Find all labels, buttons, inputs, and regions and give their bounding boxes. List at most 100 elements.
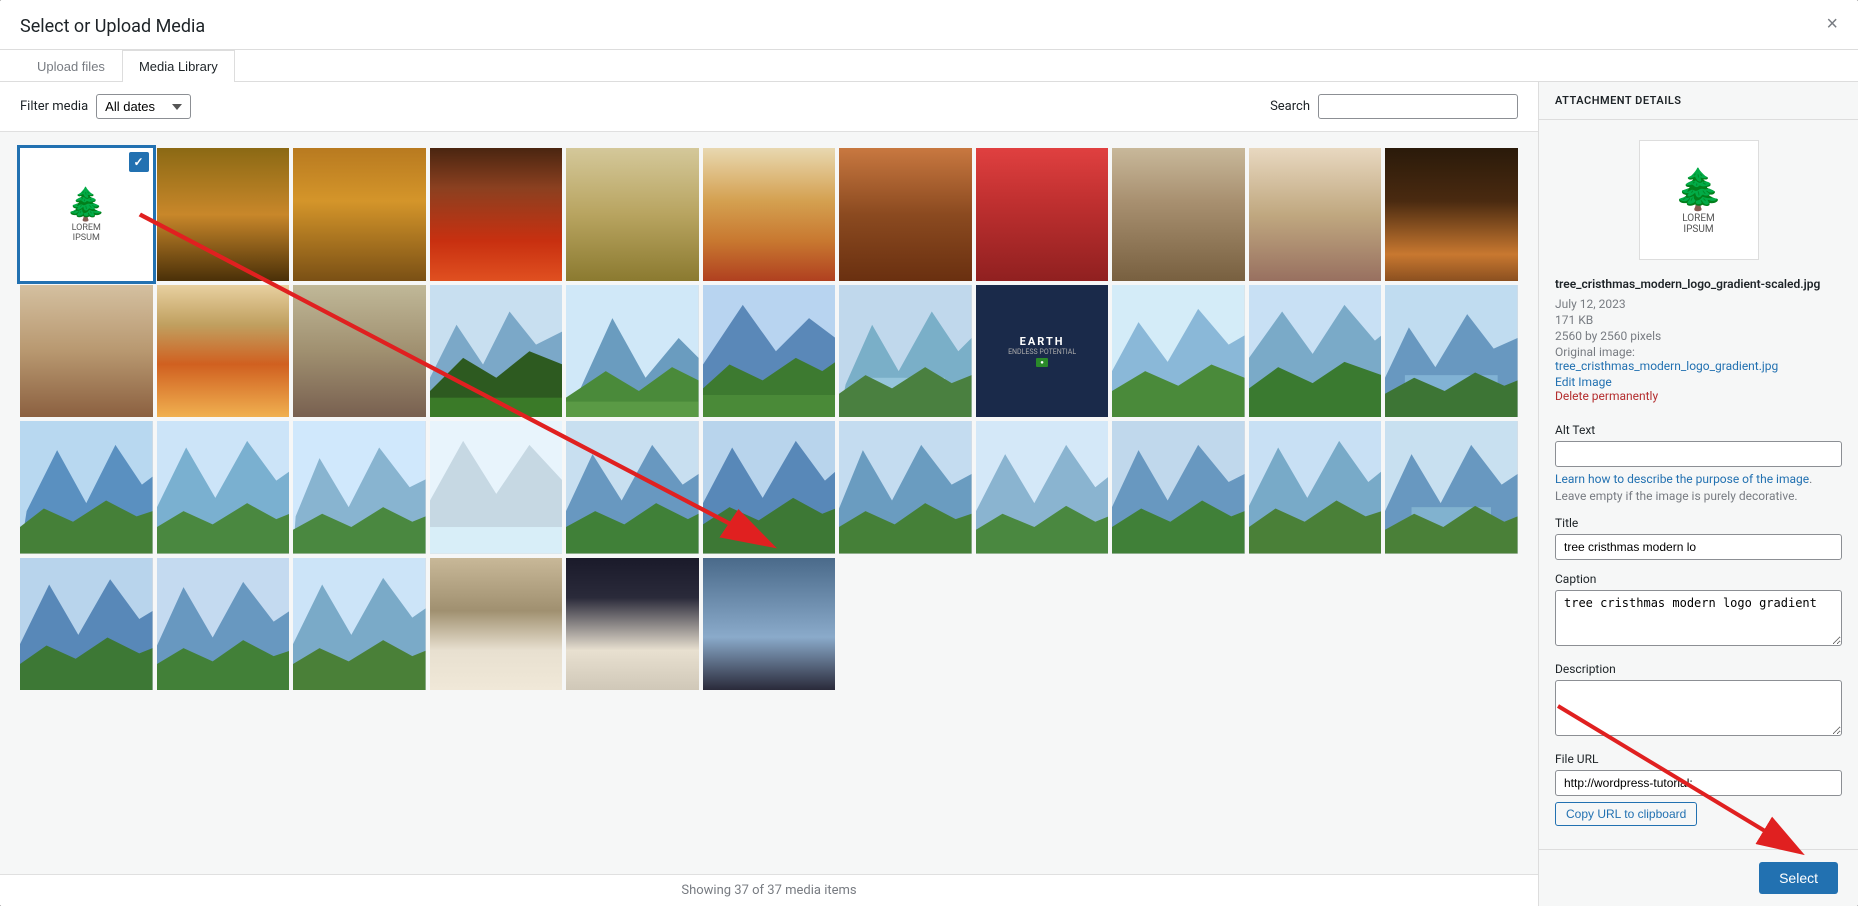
media-item[interactable] [1249, 148, 1382, 281]
media-item[interactable] [293, 421, 426, 554]
media-item[interactable] [703, 285, 836, 418]
title-group: Title [1555, 516, 1842, 560]
attachment-preview: 🌲 LOREMIPSUM [1539, 120, 1858, 272]
media-grid: 🌲 LOREMIPSUM ✓ [20, 148, 1518, 690]
alt-text-input[interactable] [1555, 441, 1842, 467]
media-item[interactable] [1112, 285, 1245, 418]
search-label: Search [1270, 99, 1310, 114]
alt-text-help-link[interactable]: Learn how to describe the purpose of the… [1555, 472, 1809, 486]
media-item[interactable] [1385, 148, 1518, 281]
media-item[interactable] [157, 285, 290, 418]
media-item[interactable] [1249, 285, 1382, 418]
media-item[interactable]: 🌲 LOREMIPSUM ✓ [20, 148, 153, 281]
media-item[interactable] [20, 558, 153, 691]
modal-body: Filter media All dates July 2023 June 20… [0, 82, 1858, 906]
description-group: Description [1555, 662, 1842, 740]
tab-media-library[interactable]: Media Library [122, 50, 235, 82]
media-section: Filter media All dates July 2023 June 20… [0, 82, 1538, 906]
status-text: Showing 37 of 37 media items [681, 883, 856, 898]
media-item[interactable] [566, 421, 699, 554]
media-item[interactable] [566, 558, 699, 691]
alt-text-label: Alt Text [1555, 423, 1842, 437]
caption-textarea[interactable]: tree cristhmas modern logo gradient [1555, 590, 1842, 646]
caption-label: Caption [1555, 572, 1842, 586]
media-item[interactable] [293, 148, 426, 281]
tabs-container: Upload files Media Library [0, 50, 1858, 82]
description-label: Description [1555, 662, 1842, 676]
attachment-filename: tree_cristhmas_modern_logo_gradient-scal… [1555, 276, 1842, 293]
attachment-panel: ATTACHMENT DETAILS 🌲 LOREMIPSUM tree_cri… [1538, 82, 1858, 906]
logo-tree-icon: 🌲 [66, 185, 106, 223]
media-item[interactable] [430, 421, 563, 554]
media-item[interactable] [1385, 285, 1518, 418]
search-input[interactable] [1318, 94, 1518, 119]
media-item[interactable] [703, 421, 836, 554]
delete-permanently-link: Delete permanently [1555, 389, 1842, 403]
filter-select[interactable]: All dates July 2023 June 2023 [96, 94, 191, 119]
attachment-dimensions: 2560 by 2560 pixels [1555, 329, 1842, 343]
title-input[interactable] [1555, 534, 1842, 560]
media-item[interactable] [20, 285, 153, 418]
selected-checkmark: ✓ [129, 152, 149, 172]
media-grid-container: 🌲 LOREMIPSUM ✓ [0, 132, 1538, 874]
edit-image-anchor[interactable]: Edit Image [1555, 375, 1612, 389]
media-item[interactable] [839, 421, 972, 554]
file-url-label: File URL [1555, 752, 1842, 766]
media-item[interactable] [157, 558, 290, 691]
modal-overlay: Select or Upload Media × Upload files Me… [0, 0, 1858, 906]
edit-image-link: Edit Image [1555, 375, 1842, 389]
caption-group: Caption tree cristhmas modern logo gradi… [1555, 572, 1842, 650]
media-item[interactable] [976, 148, 1109, 281]
attachment-preview-img: 🌲 LOREMIPSUM [1639, 140, 1759, 260]
modal-title: Select or Upload Media [20, 16, 205, 49]
media-item[interactable] [976, 421, 1109, 554]
media-item[interactable] [293, 558, 426, 691]
tab-upload[interactable]: Upload files [20, 50, 122, 82]
media-item[interactable] [157, 421, 290, 554]
media-item[interactable] [703, 148, 836, 281]
media-item[interactable] [20, 421, 153, 554]
media-item[interactable] [1112, 148, 1245, 281]
attachment-meta: tree_cristhmas_modern_logo_gradient-scal… [1539, 272, 1858, 415]
attachment-original-label: Original image: tree_cristhmas_modern_lo… [1555, 345, 1842, 373]
attachment-size: 171 KB [1555, 313, 1842, 327]
media-item[interactable]: EARTH ENDLESS POTENTIAL ● [976, 285, 1109, 418]
alt-text-group: Alt Text Learn how to describe the purpo… [1555, 423, 1842, 505]
media-item[interactable] [703, 558, 836, 691]
search-group: Search [1270, 94, 1518, 119]
delete-link-anchor[interactable]: Delete permanently [1555, 389, 1658, 403]
toolbar: Filter media All dates July 2023 June 20… [0, 82, 1538, 132]
media-item[interactable] [839, 285, 972, 418]
file-url-input[interactable] [1555, 770, 1842, 796]
media-item[interactable] [1385, 421, 1518, 554]
title-label: Title [1555, 516, 1842, 530]
media-item[interactable] [839, 148, 972, 281]
select-button[interactable]: Select [1759, 862, 1838, 894]
close-button[interactable]: × [1822, 10, 1842, 38]
media-item[interactable] [566, 285, 699, 418]
media-item[interactable] [293, 285, 426, 418]
original-image-link[interactable]: tree_cristhmas_modern_logo_gradient.jpg [1555, 359, 1778, 373]
status-bar: Showing 37 of 37 media items [0, 874, 1538, 906]
description-textarea[interactable] [1555, 680, 1842, 736]
panel-footer: Select [1539, 849, 1858, 906]
media-item[interactable] [430, 285, 563, 418]
attachment-header: ATTACHMENT DETAILS [1539, 82, 1858, 120]
media-item[interactable] [430, 558, 563, 691]
media-item[interactable] [566, 148, 699, 281]
preview-tree-icon: 🌲 [1674, 166, 1724, 213]
modal-header: Select or Upload Media × [0, 0, 1858, 50]
copy-url-button[interactable]: Copy URL to clipboard [1555, 802, 1697, 826]
filter-label: Filter media [20, 99, 88, 114]
media-item[interactable] [1249, 421, 1382, 554]
preview-logo-text: LOREMIPSUM [1682, 213, 1715, 235]
select-upload-media-modal: Select or Upload Media × Upload files Me… [0, 0, 1858, 906]
attachment-date: July 12, 2023 [1555, 297, 1842, 311]
media-item[interactable] [157, 148, 290, 281]
file-url-group: File URL Copy URL to clipboard [1555, 752, 1842, 826]
attachment-fields: Alt Text Learn how to describe the purpo… [1539, 415, 1858, 849]
alt-text-help: Learn how to describe the purpose of the… [1555, 471, 1842, 505]
media-item[interactable] [1112, 421, 1245, 554]
media-item[interactable] [430, 148, 563, 281]
filter-group: Filter media All dates July 2023 June 20… [20, 94, 191, 119]
